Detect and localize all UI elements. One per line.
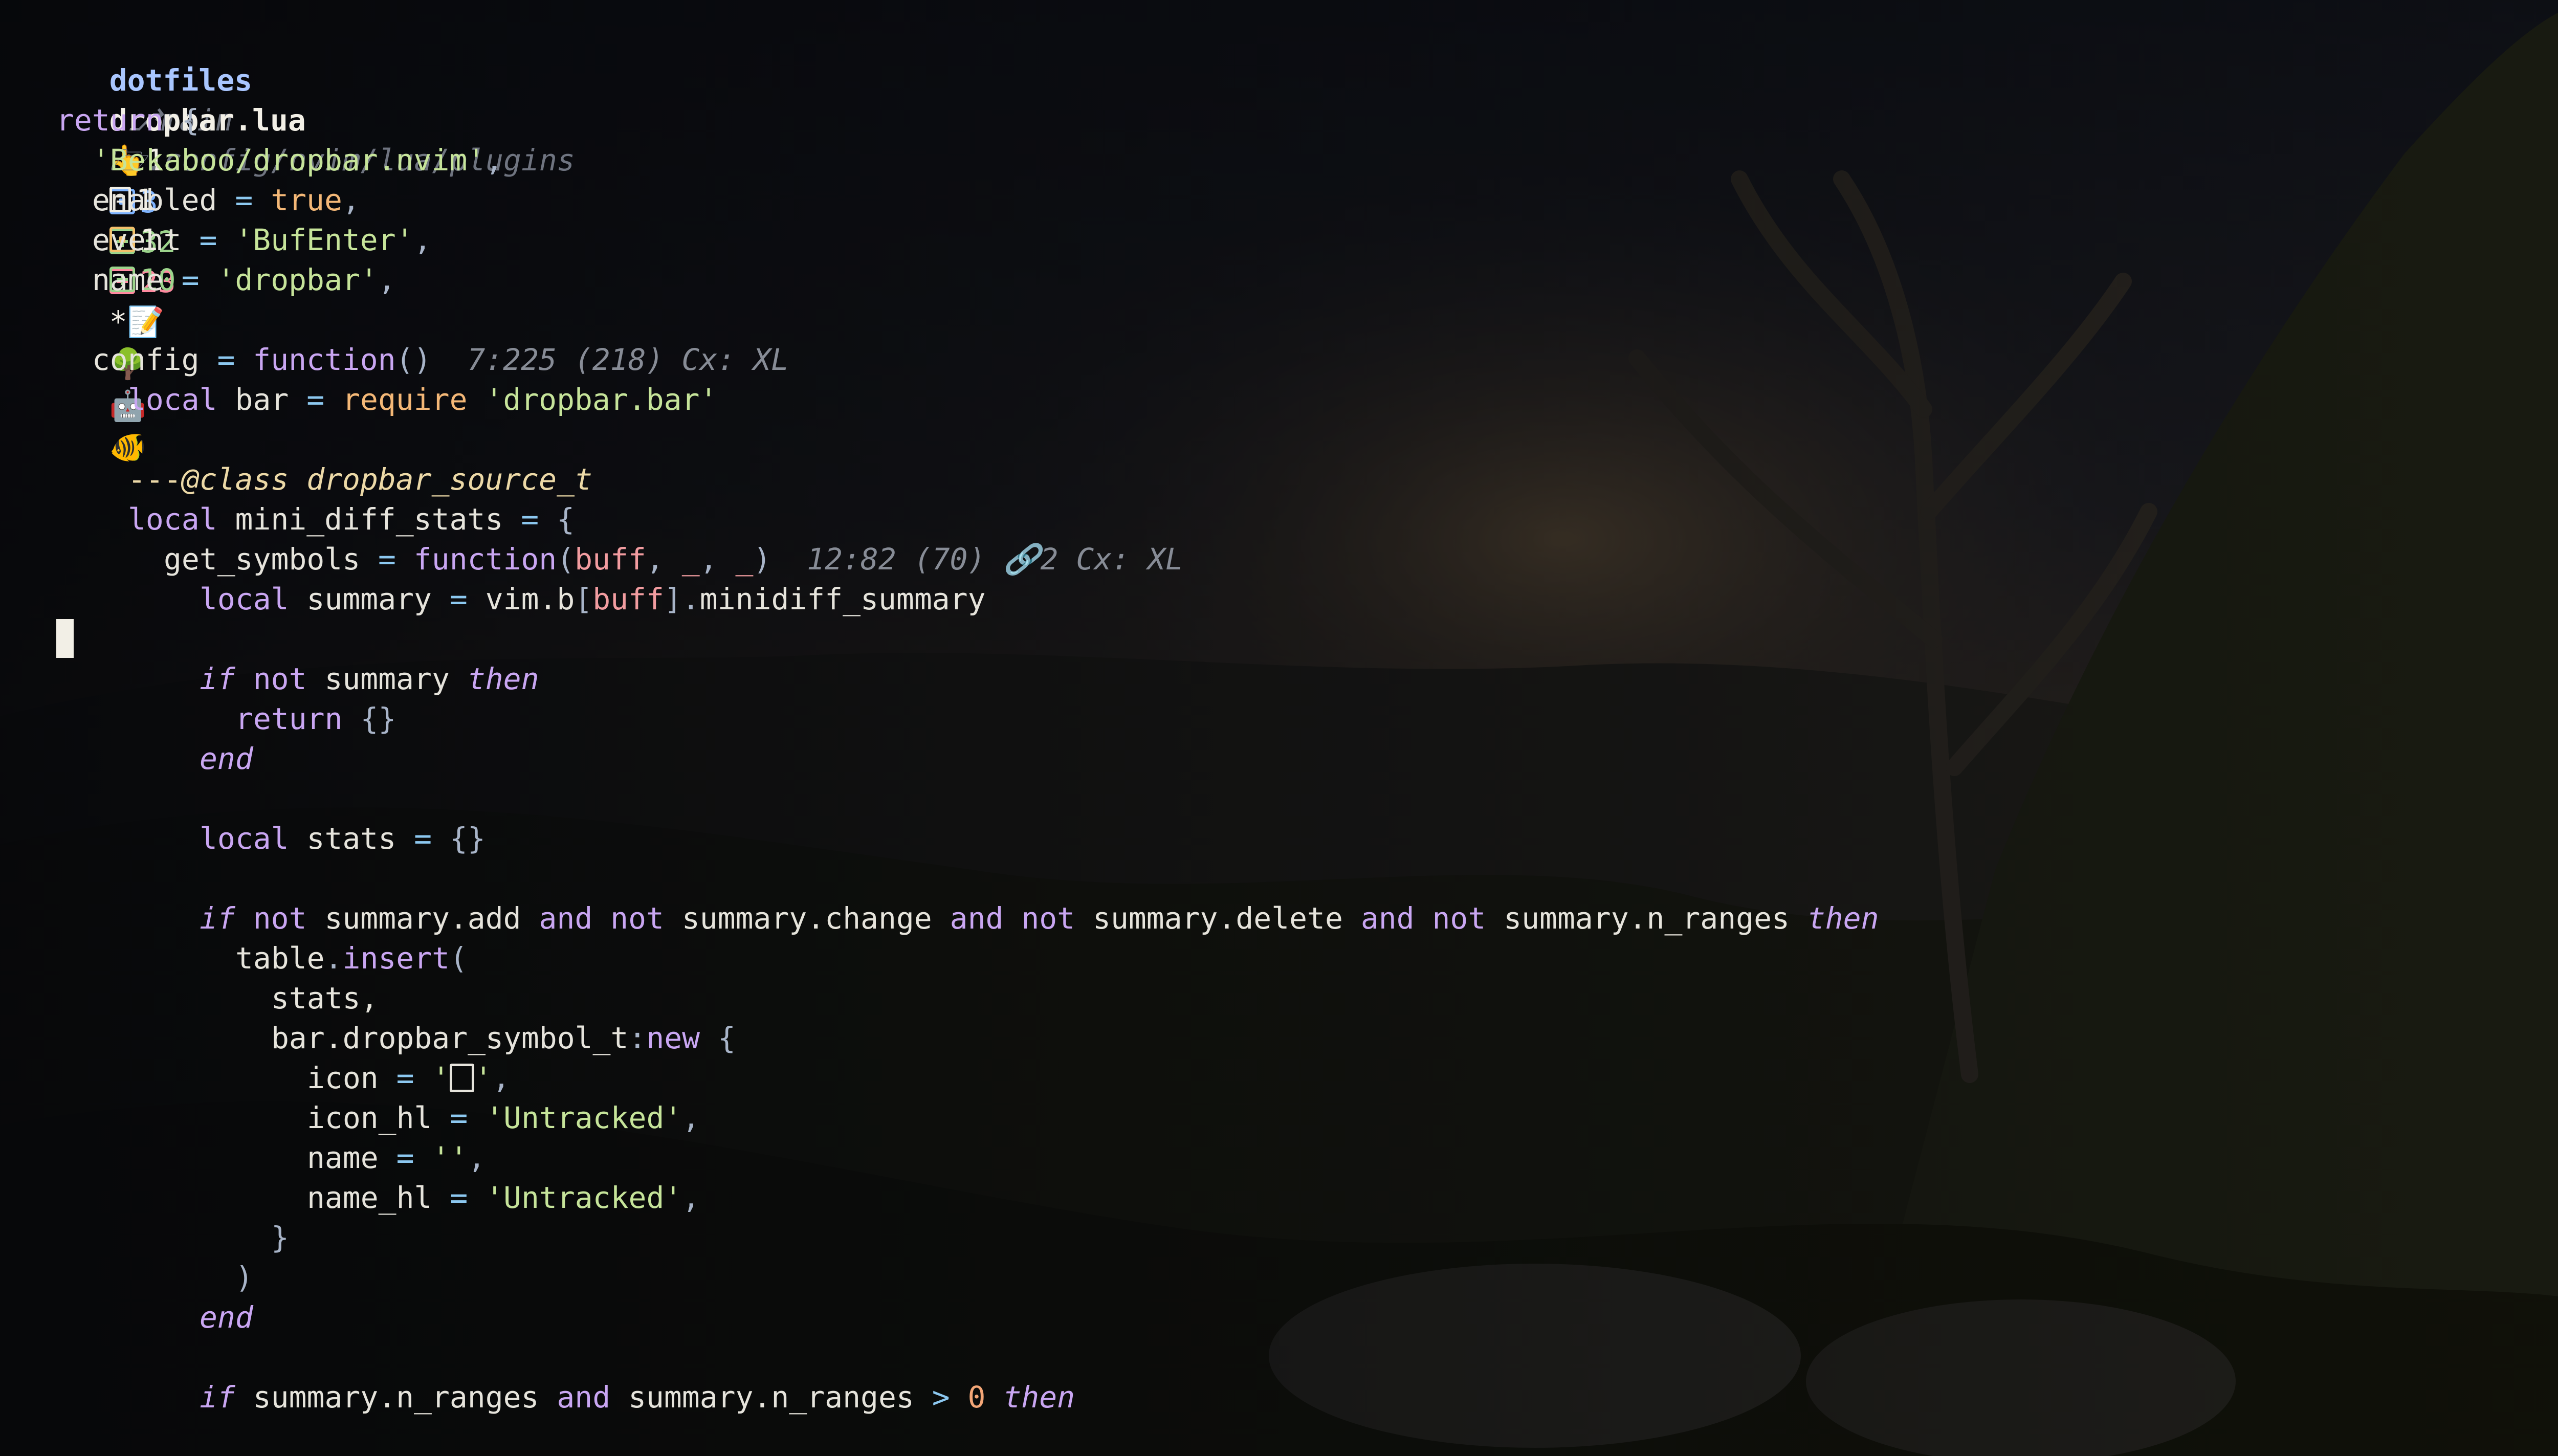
- code-line: get_symbols = function(buff, _, _) 12:82…: [164, 542, 1183, 577]
- code-line: local mini_diff_stats = {: [128, 502, 575, 537]
- extra-symbol: *: [109, 304, 127, 339]
- code-line: config = function() 7:225 (218) Cx: XL: [92, 342, 789, 377]
- text-cursor: [56, 619, 74, 658]
- code-line: enabled = true,: [92, 183, 360, 217]
- complexity-hint: 7:225 (218) Cx: XL: [467, 342, 789, 377]
- code-line: icon_hl = 'Untracked',: [307, 1100, 700, 1135]
- code-line: if not summary.add and not summary.chang…: [200, 901, 1879, 936]
- complexity-hint: 12:82 (70): [807, 542, 986, 577]
- code-line: local summary = vim.b[buff].minidiff_sum…: [200, 582, 986, 616]
- nvim-window: dotfiles ⎇main 👆1 3 32 23 *📝 🌳 🤖 🐠 dropb…: [0, 0, 2558, 1456]
- code-line: 'Bekaboo/dropbar.nvim',: [92, 143, 503, 178]
- memo-icon: 📝: [127, 304, 164, 339]
- code-line: name_hl = 'Untracked',: [307, 1180, 700, 1215]
- untracked-file-icon: [450, 1063, 475, 1092]
- code-line: name = 'dropbar',: [92, 262, 396, 297]
- code-line: if not summary then: [200, 661, 539, 696]
- code-line: table.insert(: [235, 941, 468, 976]
- code-line: icon = ' ',: [307, 1061, 511, 1095]
- code-line: return {: [56, 103, 200, 138]
- code-line: name = '',: [307, 1140, 486, 1175]
- code-line: ---@class dropbar_source_t: [128, 462, 592, 497]
- code-line: }: [271, 1220, 289, 1255]
- code-line: if summary.n_ranges and summary.n_ranges…: [200, 1380, 1075, 1415]
- code-line: bar.dropbar_symbol_t:new {: [271, 1021, 736, 1055]
- code-line: stats,: [271, 981, 379, 1016]
- code-line: local stats = {}: [200, 821, 486, 856]
- code-line: local bar = require 'dropbar.bar': [128, 382, 718, 417]
- link-icon: 🔗: [1003, 542, 1041, 577]
- winbar: dropbar.lua 🗁.config/nvim/lua/plugins 1 …: [38, 60, 575, 297]
- code-line: return {}: [235, 701, 396, 736]
- code-line: end: [200, 1300, 253, 1335]
- code-line: event = 'BufEnter',: [92, 223, 432, 257]
- code-line: end: [200, 741, 253, 776]
- git-status-bar: dotfiles ⎇main 👆1 3 32 23 *📝 🌳 🤖 🐠: [38, 20, 252, 465]
- code-line: ): [235, 1260, 253, 1295]
